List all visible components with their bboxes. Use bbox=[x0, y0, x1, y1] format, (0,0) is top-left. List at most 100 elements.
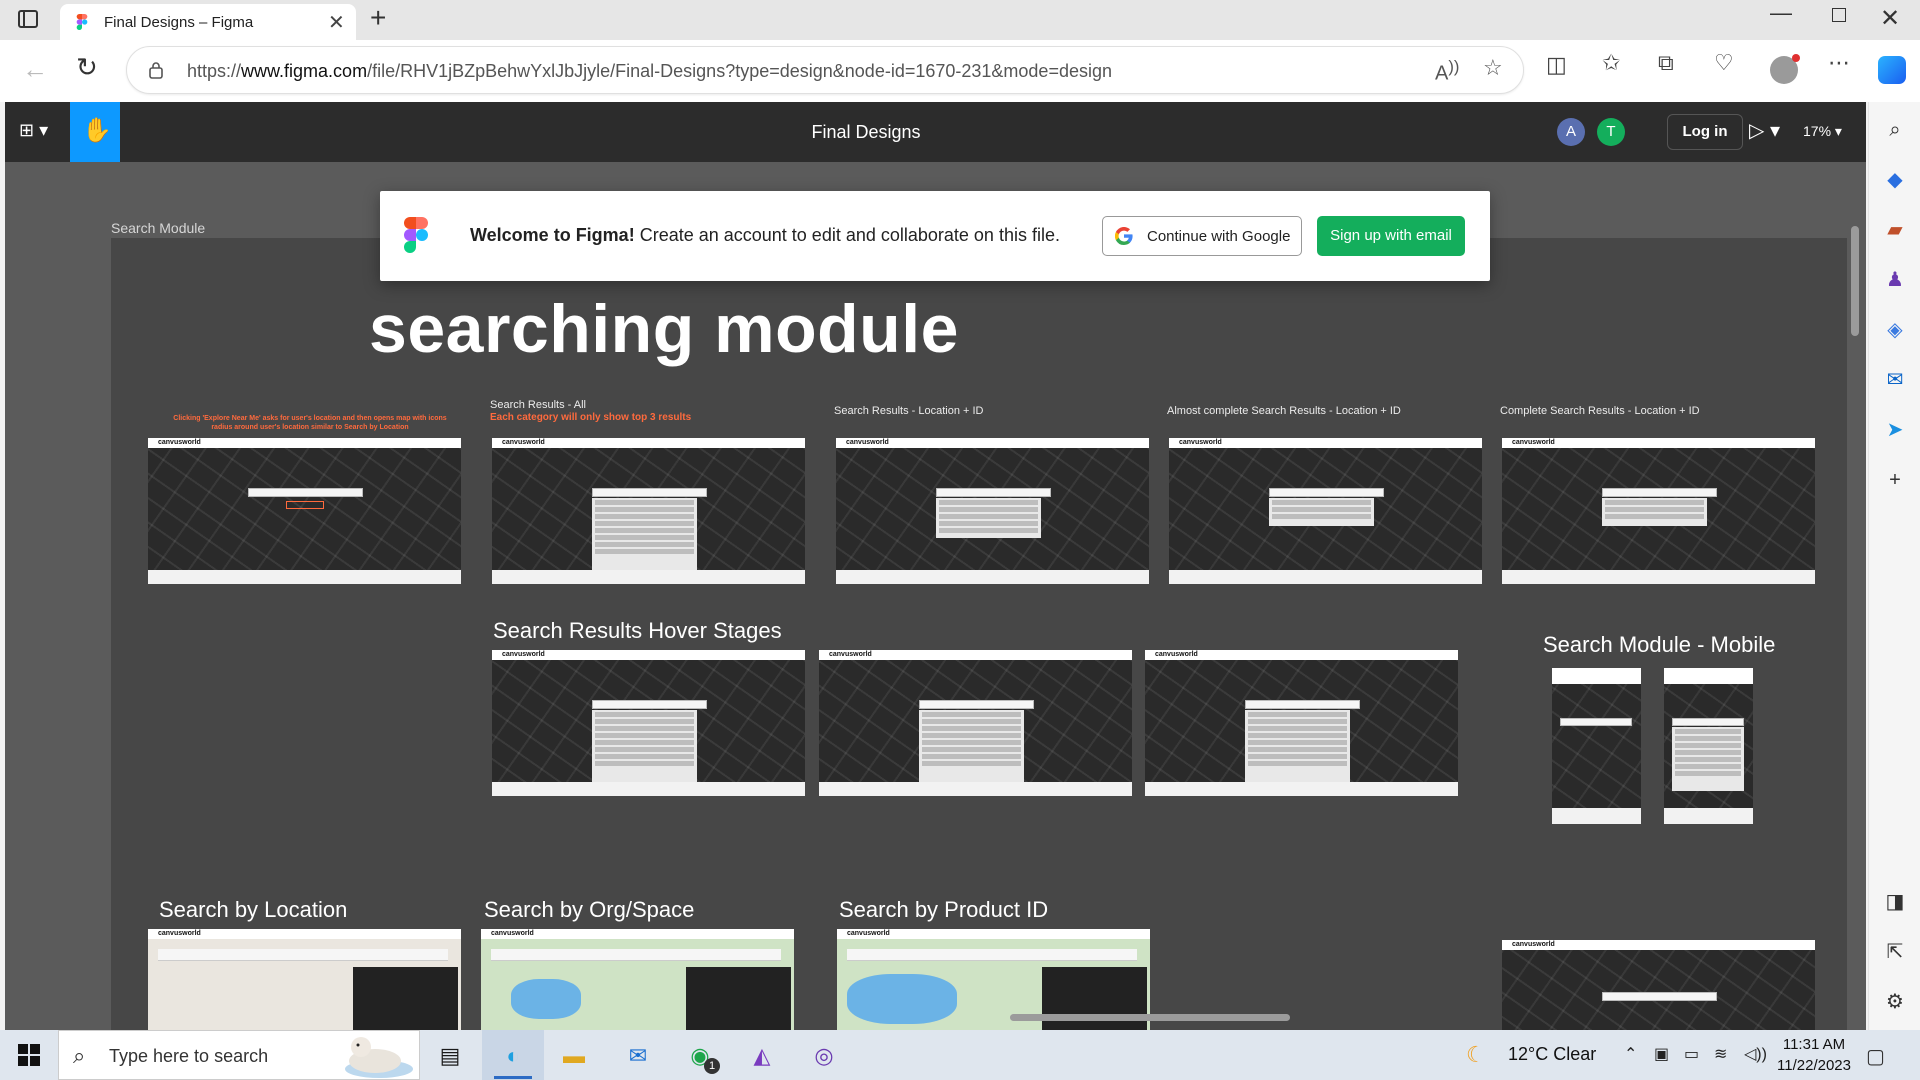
row1-label-2: Search Results - All bbox=[490, 399, 586, 411]
close-tab-icon[interactable]: ✕ bbox=[328, 10, 345, 35]
favorites-icon[interactable]: ✩ bbox=[1602, 50, 1620, 76]
big-title: searching module bbox=[369, 291, 959, 367]
thumb-search-by-location[interactable]: canvusworld bbox=[148, 929, 461, 1030]
windows-start-icon[interactable] bbox=[18, 1044, 40, 1066]
visual-studio-icon[interactable]: ◭ bbox=[744, 1038, 780, 1074]
outlook-icon[interactable]: ✉ bbox=[1883, 368, 1907, 392]
thumb-mobile-2[interactable] bbox=[1664, 668, 1753, 824]
thumb-hover-stage-3[interactable]: canvusworld bbox=[1145, 650, 1458, 796]
microsoft-365-icon[interactable]: ◈ bbox=[1883, 318, 1907, 342]
horizontal-scrollbar[interactable] bbox=[1010, 1014, 1290, 1021]
figma-toolbar: ⊞ ▾ ✋ Final Designs A T Log in ▷ ▾ 17% ▾ bbox=[5, 102, 1866, 162]
external-link-icon[interactable]: ⇱ bbox=[1883, 940, 1907, 964]
taskbar-search-placeholder: Type here to search bbox=[109, 1046, 269, 1066]
frame-label[interactable]: Search Module bbox=[111, 220, 205, 236]
collections-icon[interactable]: ⧉ bbox=[1658, 50, 1674, 76]
search-by-product-id-label: Search by Product ID bbox=[839, 897, 1049, 922]
show-hidden-icons-icon[interactable]: ⌃ bbox=[1624, 1044, 1637, 1064]
copilot-icon[interactable] bbox=[1878, 56, 1906, 84]
task-active-indicator bbox=[494, 1076, 532, 1079]
favorite-star-icon[interactable]: ☆ bbox=[1483, 55, 1503, 81]
thumb-search-partial[interactable]: canvusworld bbox=[1502, 940, 1815, 1030]
edge-sidebar: ⌕ ◆ ▰ ♟ ◈ ✉ ➤ + ◨ ⇱ ⚙ bbox=[1868, 102, 1920, 1030]
address-bar[interactable]: https://www.figma.com/file/RHV1jBZpBehwY… bbox=[126, 46, 1524, 94]
mobile-label: Search Module - Mobile bbox=[1543, 632, 1776, 657]
tab-title: Final Designs – Figma bbox=[104, 14, 254, 31]
zoom-level[interactable]: 17% ▾ bbox=[1803, 123, 1842, 140]
continue-with-google-button[interactable]: Continue with Google bbox=[1102, 216, 1302, 256]
figma-logo-icon bbox=[404, 217, 428, 253]
read-aloud-icon[interactable]: A)) bbox=[1435, 57, 1459, 86]
welcome-banner: Welcome to Figma! Create an account to e… bbox=[380, 191, 1490, 281]
back-icon[interactable]: ← bbox=[22, 54, 48, 85]
search-by-location-label: Search by Location bbox=[159, 897, 348, 922]
avatar-a[interactable]: A bbox=[1557, 118, 1585, 146]
taskbar-search-box[interactable]: ⌕ Type here to search bbox=[58, 1030, 420, 1080]
tab-actions-icon[interactable] bbox=[18, 10, 38, 28]
thumb-results-location-id[interactable]: canvusworld bbox=[836, 438, 1149, 584]
seal-illustration-icon bbox=[345, 1037, 413, 1078]
volume-icon[interactable]: ◁)) bbox=[1744, 1044, 1767, 1064]
task-view-icon[interactable]: ▤ bbox=[432, 1038, 468, 1074]
explore-near-me-note: Clicking 'Explore Near Me' asks for user… bbox=[173, 415, 447, 431]
thumb-complete-results[interactable]: canvusworld bbox=[1502, 438, 1815, 584]
google-icon bbox=[1115, 227, 1133, 245]
mail-icon[interactable]: ✉ bbox=[620, 1038, 656, 1074]
notifications-icon[interactable]: ▢ bbox=[1866, 1044, 1885, 1069]
vertical-scrollbar[interactable] bbox=[1851, 226, 1859, 336]
login-button[interactable]: Log in bbox=[1667, 114, 1743, 150]
row1-label-4: Almost complete Search Results - Locatio… bbox=[1167, 405, 1401, 417]
github-desktop-icon[interactable]: ◎ bbox=[806, 1038, 842, 1074]
send-icon[interactable]: ➤ bbox=[1883, 418, 1907, 442]
browser-essentials-icon[interactable]: ♡ bbox=[1714, 50, 1734, 76]
search-icon: ⌕ bbox=[73, 1043, 86, 1068]
reload-icon[interactable]: ↻ bbox=[76, 52, 98, 83]
wifi-icon[interactable]: ≋ bbox=[1714, 1044, 1727, 1064]
maximize-icon[interactable] bbox=[1832, 8, 1846, 22]
new-tab-icon[interactable]: + bbox=[370, 2, 386, 34]
hide-sidebar-icon[interactable]: ◨ bbox=[1883, 890, 1907, 914]
battery-icon[interactable]: ▭ bbox=[1684, 1044, 1699, 1064]
split-screen-icon[interactable]: ◫ bbox=[1546, 52, 1567, 78]
url-text: https://www.figma.com/file/RHV1jBZpBehwY… bbox=[187, 61, 1112, 81]
more-options-icon[interactable]: ⋯ bbox=[1828, 50, 1850, 76]
file-explorer-icon[interactable]: ▬ bbox=[556, 1038, 592, 1074]
settings-gear-icon[interactable]: ⚙ bbox=[1883, 990, 1907, 1014]
add-sidebar-app-icon[interactable]: + bbox=[1883, 468, 1907, 492]
thumb-hover-stage-1[interactable]: canvusworld bbox=[492, 650, 805, 796]
thumb-explore-near-me[interactable]: canvusworld bbox=[148, 438, 461, 584]
row1-red-note-2: Each category will only show top 3 resul… bbox=[490, 412, 692, 423]
tab-strip: Final Designs – Figma ✕ + — ✕ bbox=[0, 0, 1920, 40]
row1-label-3: Search Results - Location + ID bbox=[834, 405, 984, 417]
meet-now-icon[interactable]: ▣ bbox=[1654, 1044, 1669, 1064]
tools-icon[interactable]: ▰ bbox=[1883, 218, 1907, 242]
row1-label-5: Complete Search Results - Location + ID bbox=[1500, 405, 1700, 417]
close-window-icon[interactable]: ✕ bbox=[1880, 4, 1900, 33]
notification-dot-icon bbox=[1792, 54, 1800, 62]
thumb-mobile-1[interactable] bbox=[1552, 668, 1641, 824]
edge-browser-icon[interactable]: ◐ bbox=[495, 1038, 531, 1074]
welcome-text: Welcome to Figma! Create an account to e… bbox=[470, 225, 1060, 245]
lock-icon bbox=[149, 62, 163, 79]
search-icon[interactable]: ⌕ bbox=[1883, 118, 1907, 142]
shopping-tag-icon[interactable]: ◆ bbox=[1883, 168, 1907, 192]
taskbar: ⌕ Type here to search ▤ ◐ ▬ ✉ ◉ 1 ◭ ◎ ☾ … bbox=[0, 1030, 1920, 1080]
clock[interactable]: 11:31 AM 11/22/2023 bbox=[1772, 1034, 1856, 1076]
avatar-t[interactable]: T bbox=[1597, 118, 1625, 146]
weather-moon-icon: ☾ bbox=[1466, 1042, 1486, 1067]
clock-date: 11/22/2023 bbox=[1777, 1057, 1851, 1074]
games-icon[interactable]: ♟ bbox=[1883, 268, 1907, 292]
thumb-hover-stage-2[interactable]: canvusworld bbox=[819, 650, 1132, 796]
thumb-almost-complete-results[interactable]: canvusworld bbox=[1169, 438, 1482, 584]
figma-favicon-icon bbox=[76, 14, 88, 30]
thumb-search-results-all[interactable]: canvusworld bbox=[492, 438, 805, 584]
weather-text[interactable]: 12°C Clear bbox=[1508, 1044, 1596, 1065]
minimize-icon[interactable]: — bbox=[1770, 0, 1792, 26]
sign-up-email-button[interactable]: Sign up with email bbox=[1317, 216, 1465, 256]
present-play-icon[interactable]: ▷ ▾ bbox=[1749, 118, 1780, 143]
whatsapp-badge: 1 bbox=[704, 1058, 720, 1074]
thumb-search-by-org-space[interactable]: canvusworld bbox=[481, 929, 794, 1030]
hover-stages-label: Search Results Hover Stages bbox=[493, 618, 782, 643]
tab-figma[interactable]: Final Designs – Figma ✕ bbox=[60, 4, 356, 40]
figma-canvas[interactable]: Search Module searching module Clicking … bbox=[5, 162, 1866, 1030]
